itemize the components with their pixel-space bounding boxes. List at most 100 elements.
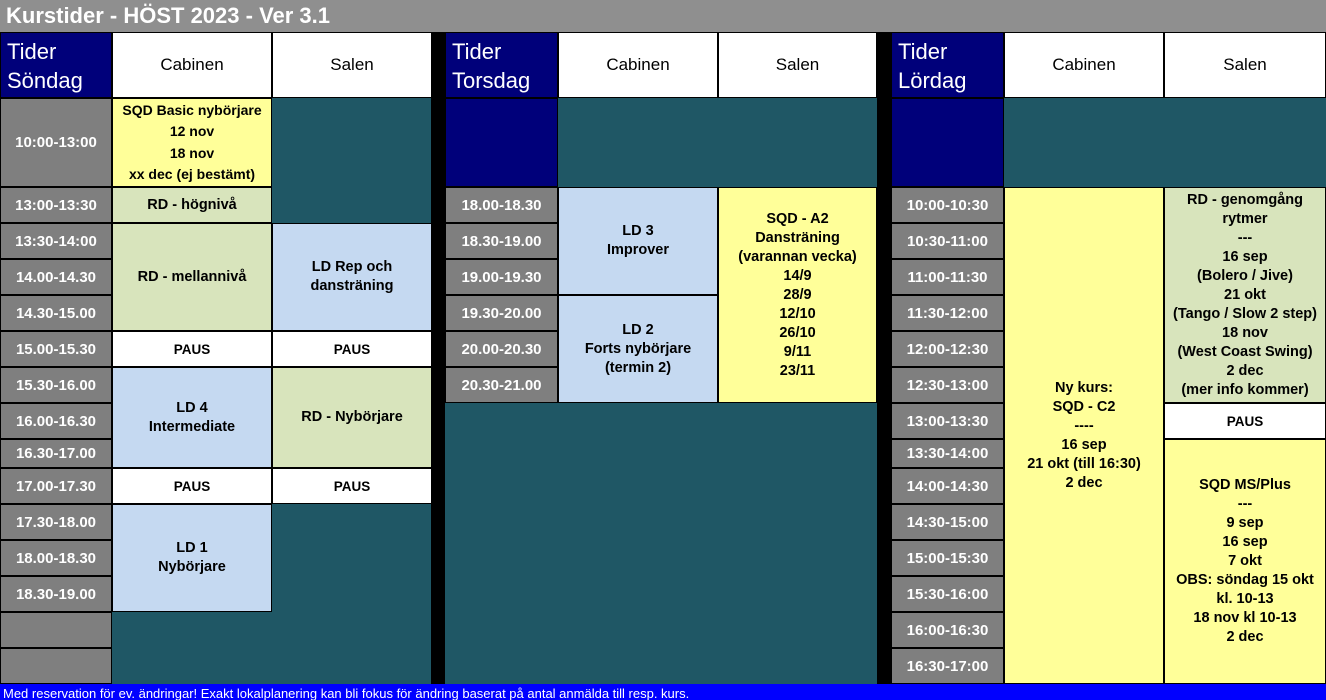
- time-slot: 13:30-14:00: [0, 223, 112, 259]
- time-slot: 15.00-15.30: [0, 331, 112, 367]
- course-date: xx dec (ej bestämt): [128, 166, 256, 182]
- course-rd-hogniva[interactable]: RD - högnivå: [112, 187, 272, 223]
- course-subtitle: Dansträning: [755, 229, 840, 246]
- course-date: 7 okt: [1228, 553, 1262, 569]
- course-sqd-c2[interactable]: Ny kurs: SQD - C2 ---- 16 sep 21 okt (ti…: [1004, 187, 1164, 684]
- disclaimer-footer: Med reservation för ev. ändringar! Exakt…: [0, 684, 1326, 700]
- header-tider-sondag: Tider Söndag: [0, 32, 112, 98]
- time-slot: 12:30-13:00: [891, 367, 1004, 403]
- time-slot: 18.00-18.30: [445, 187, 558, 223]
- column-separator: [877, 32, 891, 684]
- course-rd-genomgang[interactable]: RD - genomgång rytmer --- 16 sep (Bolero…: [1164, 187, 1326, 403]
- pause-cell: PAUS: [112, 468, 272, 504]
- course-ld4[interactable]: LD 4 Intermediate: [112, 367, 272, 468]
- course-date: 26/10: [779, 324, 816, 341]
- course-title: SQD MS/Plus: [1199, 477, 1291, 493]
- time-slot-empty: [891, 98, 1004, 187]
- time-slot: 13:00-13:30: [0, 187, 112, 223]
- course-separator: ----: [1074, 417, 1094, 434]
- header-day-label: Söndag: [7, 68, 83, 93]
- course-ld-rep[interactable]: LD Rep och dansträning: [272, 223, 432, 331]
- course-title: rytmer: [1222, 210, 1268, 227]
- course-title: SQD - A2: [766, 210, 829, 227]
- time-slot: 10:00-10:30: [891, 187, 1004, 223]
- time-slot: 17.00-17.30: [0, 468, 112, 504]
- course-title: SQD - C2: [1052, 398, 1116, 415]
- time-slot: 12:00-12:30: [891, 331, 1004, 367]
- course-date: 2 dec: [1226, 629, 1264, 645]
- course-title: SQD Basic nybörjare: [122, 101, 262, 118]
- course-date: 2 dec: [1226, 362, 1264, 379]
- course-note: OBS: söndag 15 okt: [1176, 572, 1314, 588]
- header-room-cabinen: Cabinen: [112, 32, 272, 98]
- time-slot: 15:30-16:00: [891, 576, 1004, 612]
- course-note: kl. 10-13: [1216, 591, 1274, 607]
- header-room-salen: Salen: [1164, 32, 1326, 98]
- time-slot-empty: [445, 98, 558, 187]
- time-slot: 11:30-12:00: [891, 295, 1004, 331]
- course-subtitle: (varannan vecka): [738, 248, 857, 265]
- time-slot-empty: [0, 612, 112, 648]
- course-ld1[interactable]: LD 1 Nybörjare: [112, 504, 272, 612]
- time-slot: 17.30-18.00: [0, 504, 112, 540]
- header-tider-label: Tider: [898, 39, 948, 64]
- course-date: 21 okt: [1224, 286, 1266, 303]
- time-slot: 18.00-18.30: [0, 540, 112, 576]
- course-subtitle: Nybörjare: [158, 559, 226, 575]
- course-subtitle: Intermediate: [148, 418, 236, 435]
- time-slot: 14.00-14.30: [0, 259, 112, 295]
- time-slot: 10:00-13:00: [0, 98, 112, 187]
- time-slot: 19.30-20.00: [445, 295, 558, 331]
- course-sqd-a2[interactable]: SQD - A2 Dansträning (varannan vecka) 14…: [718, 187, 877, 403]
- course-title: LD Rep och: [311, 259, 393, 275]
- time-slot: 18.30-19.00: [0, 576, 112, 612]
- course-title: LD 4: [176, 399, 208, 416]
- time-slot: 19.00-19.30: [445, 259, 558, 295]
- course-date: 16 sep: [1061, 436, 1107, 453]
- course-sqd-ms-plus[interactable]: SQD MS/Plus --- 9 sep 16 sep 7 okt OBS: …: [1164, 439, 1326, 684]
- course-date: 18 nov kl 10-13: [1193, 610, 1297, 626]
- course-separator: ---: [1237, 229, 1253, 246]
- time-slot: 16.30-17.00: [0, 439, 112, 468]
- course-date: 12/10: [779, 305, 816, 322]
- pause-cell: PAUS: [1164, 403, 1326, 439]
- course-date: 9 sep: [1226, 515, 1264, 531]
- course-date: 28/9: [783, 286, 812, 303]
- time-slot: 16:30-17:00: [891, 648, 1004, 684]
- time-slot: 16.00-16.30: [0, 403, 112, 439]
- header-day-label: Torsdag: [452, 68, 531, 93]
- header-tider-label: Tider: [7, 39, 57, 64]
- time-slot: 10:30-11:00: [891, 223, 1004, 259]
- time-slot: 13:30-14:00: [891, 439, 1004, 468]
- time-slot: 15:00-15:30: [891, 540, 1004, 576]
- course-title: dansträning: [310, 278, 394, 294]
- course-date: 23/11: [779, 362, 816, 379]
- course-rd-nyborjare[interactable]: RD - Nybörjare: [272, 367, 432, 468]
- page-title: Kurstider - HÖST 2023 - Ver 3.1: [0, 0, 1326, 32]
- course-note: (West Coast Swing): [1177, 343, 1313, 360]
- time-slot: 18.30-19.00: [445, 223, 558, 259]
- time-slot: 14:30-15:00: [891, 504, 1004, 540]
- course-title: LD 1: [176, 540, 208, 556]
- time-slot-empty: [0, 648, 112, 684]
- course-subtitle: Forts nybörjare: [584, 340, 692, 357]
- course-title: LD 3: [622, 223, 654, 239]
- course-separator: ---: [1237, 496, 1253, 512]
- course-subtitle: (termin 2): [604, 359, 672, 376]
- course-title: Ny kurs:: [1054, 379, 1114, 396]
- course-date: 18 nov: [169, 144, 215, 161]
- time-slot: 20.30-21.00: [445, 367, 558, 403]
- course-date: 9/11: [783, 343, 812, 360]
- course-note: (Bolero / Jive): [1197, 267, 1293, 284]
- course-date: 16 sep: [1222, 248, 1268, 265]
- course-rd-mellanniva[interactable]: RD - mellannivå: [112, 223, 272, 331]
- time-slot: 14.30-15.00: [0, 295, 112, 331]
- pause-cell: PAUS: [112, 331, 272, 367]
- course-sqd-basic[interactable]: SQD Basic nybörjare 12 nov 18 nov xx dec…: [112, 98, 272, 187]
- pause-cell: PAUS: [272, 331, 432, 367]
- header-room-salen: Salen: [272, 32, 432, 98]
- course-ld3[interactable]: LD 3 Improver: [558, 187, 718, 295]
- time-slot: 15.30-16.00: [0, 367, 112, 403]
- header-tider-lordag: Tider Lördag: [891, 32, 1004, 98]
- course-ld2[interactable]: LD 2 Forts nybörjare (termin 2): [558, 295, 718, 403]
